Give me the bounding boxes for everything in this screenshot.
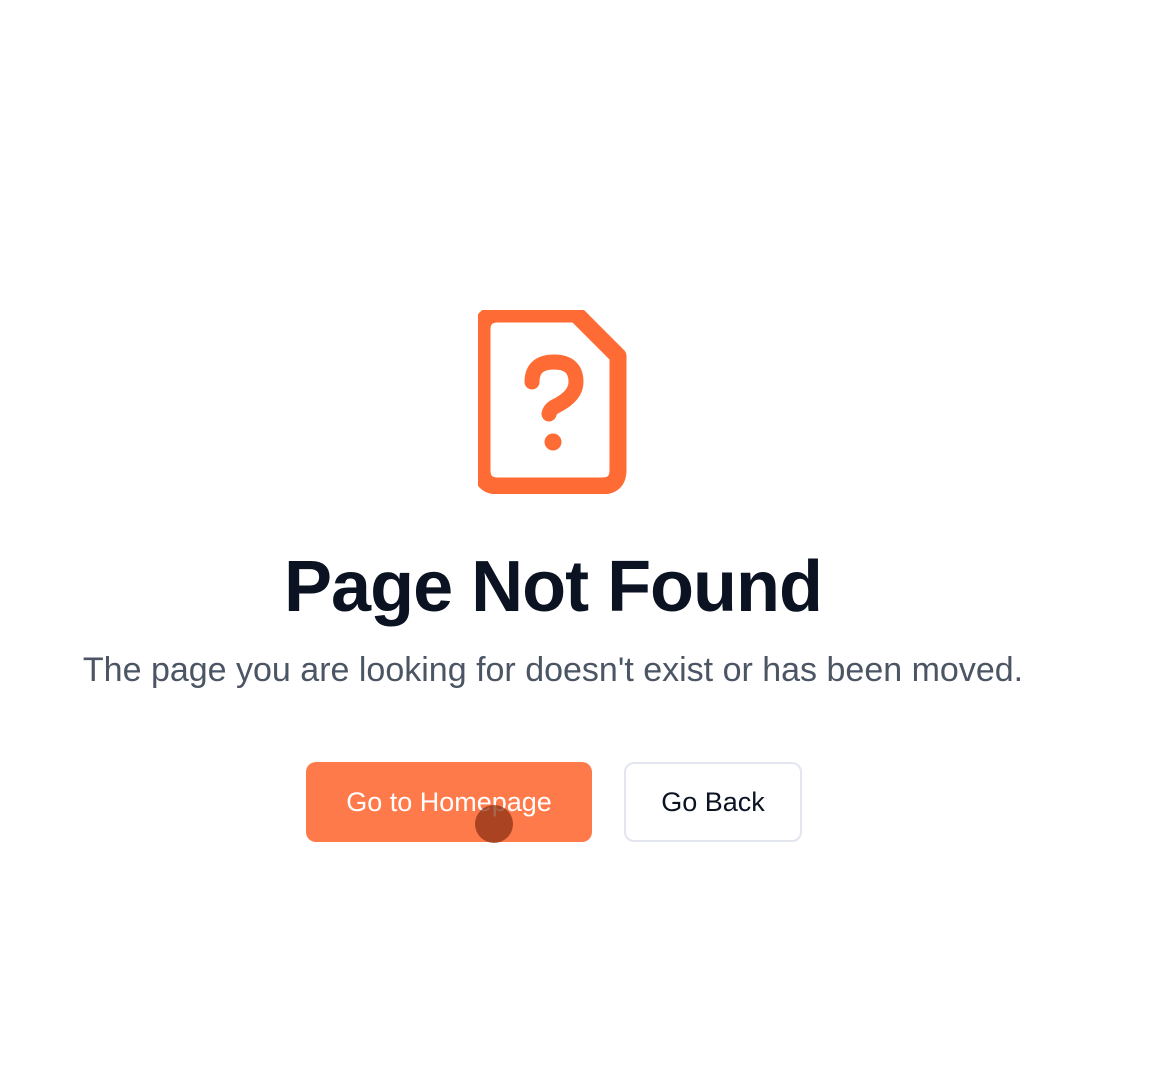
file-question-icon [478, 310, 630, 494]
go-back-label: Go Back [661, 786, 765, 817]
go-back-button[interactable]: Go Back [624, 762, 802, 842]
page-subtitle: The page you are looking for doesn't exi… [82, 651, 1024, 689]
page-title: Page Not Found [284, 547, 823, 627]
go-to-homepage-label: Go to Homepage [346, 786, 552, 817]
go-to-homepage-button[interactable]: Go to Homepage [306, 762, 592, 842]
not-found-page: Page Not Found The page you are looking … [0, 0, 1173, 1075]
